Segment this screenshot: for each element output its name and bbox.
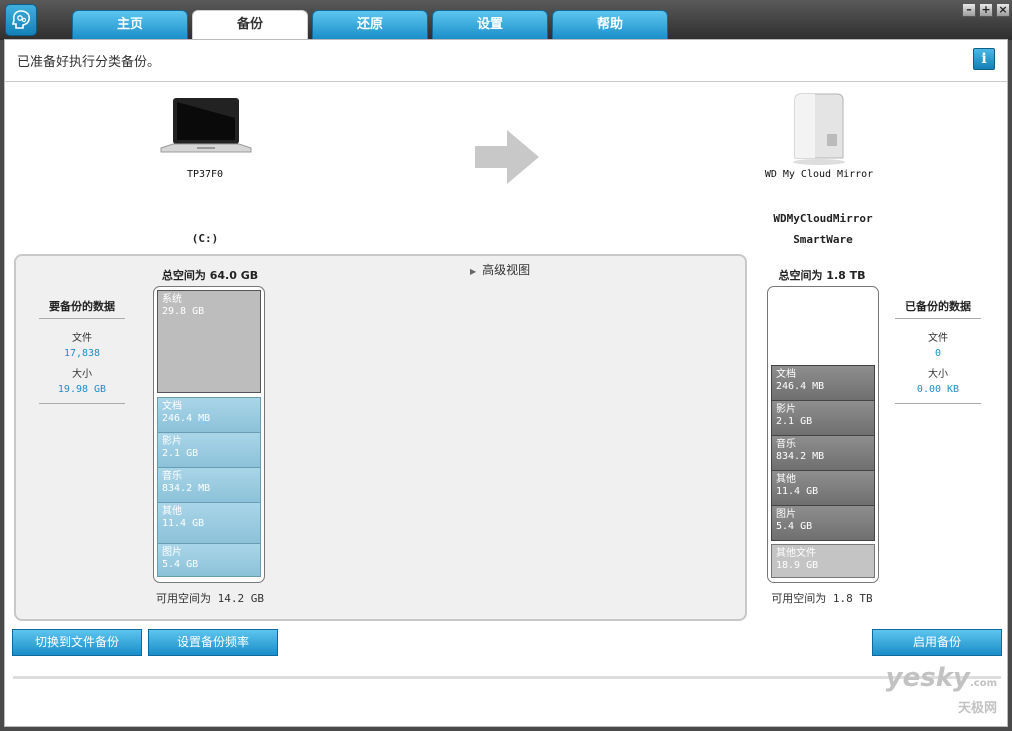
segment-other: 其他 11.4 GB: [157, 502, 261, 544]
target-total-space: 总空间为 1.8 TB: [778, 269, 866, 282]
source-total-space: 总空间为 64.0 GB: [161, 269, 259, 282]
status-bar: 已准备好执行分类备份。 i: [5, 40, 1007, 82]
tab-home[interactable]: 主页: [72, 10, 188, 39]
segment-music: 音乐 834.2 MB: [771, 435, 875, 471]
close-button[interactable]: ×: [996, 3, 1010, 17]
size-label: 大小: [72, 369, 92, 380]
segment-pictures: 图片 5.4 GB: [771, 505, 875, 541]
files-label: 文件: [928, 333, 948, 344]
maximize-button[interactable]: +: [979, 3, 993, 17]
size-label: 大小: [928, 369, 948, 380]
target-folder-name: SmartWare: [793, 233, 853, 246]
files-value: 0: [934, 348, 942, 359]
info-icon[interactable]: i: [973, 48, 995, 70]
nas-drive-icon: [787, 90, 851, 166]
target-device-name: WD My Cloud Mirror: [764, 169, 874, 180]
files-label: 文件: [72, 333, 92, 344]
segment-other-files: 其他文件 18.9 GB: [771, 544, 875, 578]
status-text: 已准备好执行分类备份。: [17, 55, 161, 70]
source-device-name: TP37F0: [186, 169, 224, 180]
size-value: 0.00 KB: [916, 384, 960, 395]
app-logo-icon: [5, 4, 37, 36]
set-backup-frequency-button[interactable]: 设置备份频率: [148, 629, 278, 656]
segment-system: 系统 29.8 GB: [157, 290, 261, 393]
laptop-icon: [157, 96, 253, 164]
tab-settings[interactable]: 设置: [432, 10, 548, 39]
backed-up-data-stats: 已备份的数据 文件 0 大小 0.00 KB: [895, 298, 981, 404]
switch-to-file-backup-button[interactable]: 切换到文件备份: [12, 629, 142, 656]
stats-divider: [895, 403, 981, 404]
source-storage-bar: 系统 29.8 GB 文档 246.4 MB 影片 2.1 GB 音乐 834.2 MB…: [153, 286, 265, 583]
yesky-watermark-logo: yesky.com 天极网: [885, 663, 997, 716]
stats-divider: [39, 403, 125, 404]
segment-documents: 文档 246.4 MB: [771, 365, 875, 401]
tab-help[interactable]: 帮助: [552, 10, 668, 39]
target-share-name: WDMyCloudMirror: [773, 212, 873, 225]
triangle-right-icon: ▶: [470, 267, 477, 276]
segment-movies: 影片 2.1 GB: [771, 400, 875, 436]
title-bar: 主页 备份 还原 设置 帮助 – + ×: [0, 0, 1012, 40]
size-value: 19.98 GB: [57, 384, 107, 395]
segment-other: 其他 11.4 GB: [771, 470, 875, 506]
advanced-view-label: 高级视图: [482, 263, 531, 277]
tab-backup[interactable]: 备份: [192, 10, 308, 40]
data-to-backup-stats: 要备份的数据 文件 17,838 大小 19.98 GB: [39, 298, 125, 404]
minimize-button[interactable]: –: [962, 3, 976, 17]
source-free-space: 可用空间为 14.2 GB: [156, 592, 264, 605]
target-storage-bar: 文档 246.4 MB 影片 2.1 GB 音乐 834.2 MB 其他 11.4 GB…: [767, 286, 879, 583]
main-content: 已准备好执行分类备份。 i TP37F0 WD My Cloud Mirror …: [4, 39, 1008, 727]
segment-movies: 影片 2.1 GB: [157, 432, 261, 468]
stats-title: 要备份的数据: [39, 298, 125, 319]
start-backup-button[interactable]: 启用备份: [872, 629, 1002, 656]
arrow-right-icon: [473, 128, 541, 190]
files-value: 17,838: [63, 348, 101, 359]
source-drive-label: (C:): [191, 232, 219, 245]
segment-music: 音乐 834.2 MB: [157, 467, 261, 503]
segment-pictures: 图片 5.4 GB: [157, 543, 261, 577]
advanced-view-toggle[interactable]: ▶ 高级视图: [470, 261, 530, 278]
tab-restore[interactable]: 还原: [312, 10, 428, 39]
stats-title: 已备份的数据: [895, 298, 981, 319]
target-free-space: 可用空间为 1.8 TB: [771, 592, 873, 605]
bottom-divider: [13, 676, 1001, 679]
segment-documents: 文档 246.4 MB: [157, 397, 261, 433]
